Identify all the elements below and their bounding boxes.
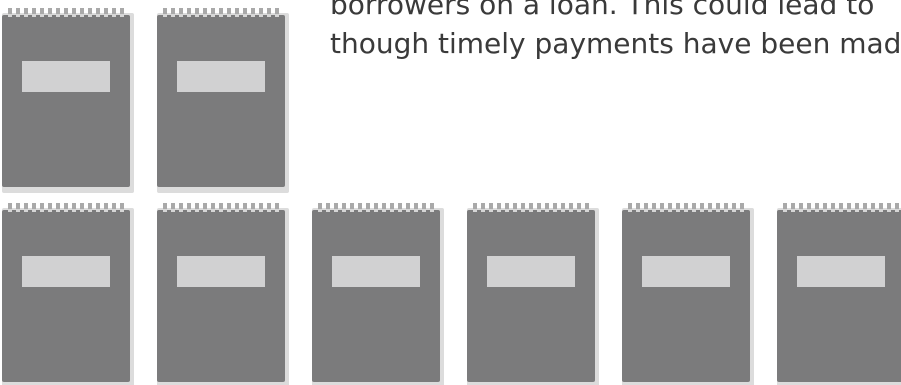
notebook-cover [467, 210, 595, 382]
notebook-label [797, 256, 885, 287]
notebook-icon [157, 202, 289, 385]
notebook-icon [2, 202, 134, 385]
caption-text: borrowers on a loan. This could lead to … [330, 0, 901, 63]
spiral-binding-icon [783, 202, 899, 213]
spiral-binding-icon [318, 202, 434, 213]
notebook-icon [777, 202, 901, 385]
notebook-icon [2, 7, 134, 193]
spiral-binding-icon [8, 7, 124, 18]
caption-line-1: borrowers on a loan. This could lead to [330, 0, 875, 21]
notebook-icon [157, 7, 289, 193]
notebook-cover [157, 210, 285, 382]
notebook-cover [622, 210, 750, 382]
illustration-canvas: borrowers on a loan. This could lead to … [0, 0, 901, 385]
notebook-label [332, 256, 420, 287]
notebook-cover [312, 210, 440, 382]
caption-line-2: though timely payments have been mad [330, 27, 901, 60]
notebook-label [177, 256, 265, 287]
notebook-cover [777, 210, 901, 382]
spiral-binding-icon [8, 202, 124, 213]
notebook-label [177, 61, 265, 92]
spiral-binding-icon [628, 202, 744, 213]
spiral-binding-icon [163, 7, 279, 18]
spiral-binding-icon [473, 202, 589, 213]
notebook-cover [157, 15, 285, 187]
notebook-icon [622, 202, 754, 385]
notebook-cover [2, 15, 130, 187]
notebook-cover [2, 210, 130, 382]
notebook-label [642, 256, 730, 287]
notebook-icon [467, 202, 599, 385]
notebook-icon [312, 202, 444, 385]
notebook-label [487, 256, 575, 287]
spiral-binding-icon [163, 202, 279, 213]
notebook-label [22, 61, 110, 92]
notebook-label [22, 256, 110, 287]
